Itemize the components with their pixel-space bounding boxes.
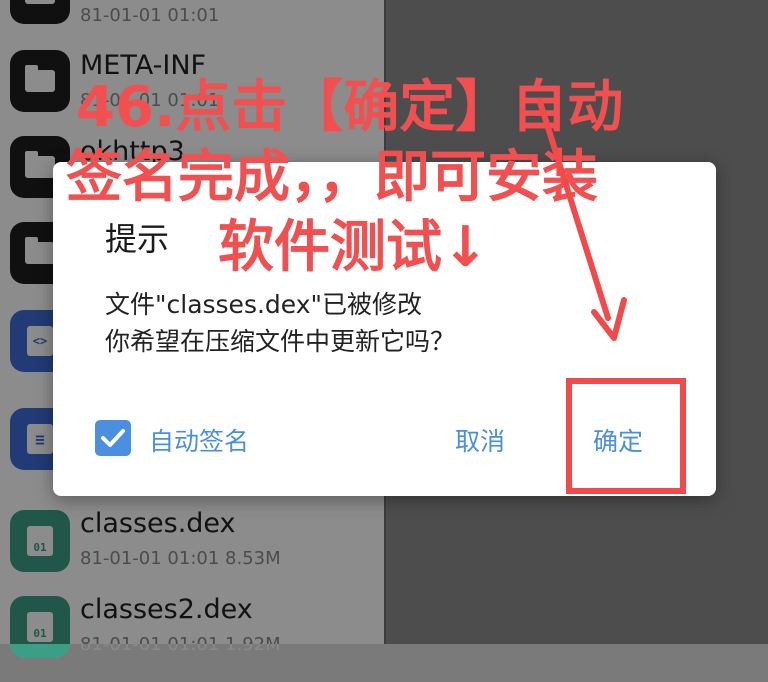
pointer-arrow-icon <box>537 99 627 341</box>
